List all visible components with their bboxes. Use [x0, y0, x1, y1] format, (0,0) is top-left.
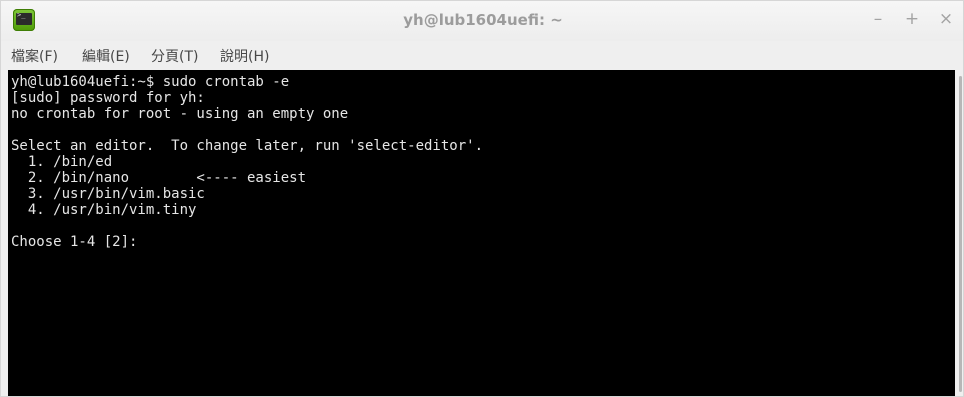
terminal-line: 3. /usr/bin/vim.basic	[11, 186, 205, 202]
menu-help[interactable]: 說明(H)	[220, 46, 269, 66]
terminal-line: 2. /bin/nano <---- easiest	[11, 170, 307, 186]
terminal-output[interactable]: yh@lub1604uefi:~$ sudo crontab -e [sudo]…	[8, 70, 955, 396]
terminal-window: >_ yh@lub1604uefi: ~ – + × 檔案(F) 編輯(E) 分…	[0, 0, 964, 397]
terminal-scrollbar[interactable]	[955, 70, 963, 396]
terminal-line: 1. /bin/ed	[11, 154, 113, 170]
menu-bar: 檔案(F) 編輯(E) 分頁(T) 說明(H)	[1, 41, 963, 69]
menu-edit[interactable]: 編輯(E)	[82, 46, 130, 66]
terminal-prompt-line[interactable]: Choose 1-4 [2]:	[11, 234, 952, 250]
terminal-line: no crontab for root - using an empty one	[11, 106, 349, 122]
terminal-line: [sudo] password for yh:	[11, 90, 205, 106]
menu-tabs[interactable]: 分頁(T)	[151, 46, 198, 66]
close-button[interactable]: ×	[937, 10, 955, 28]
menu-file[interactable]: 檔案(F)	[11, 46, 58, 66]
minimize-button[interactable]: –	[869, 10, 887, 28]
maximize-button[interactable]: +	[903, 10, 921, 28]
title-bar[interactable]: >_ yh@lub1604uefi: ~ – + ×	[1, 1, 963, 41]
terminal-line: Select an editor. To change later, run '…	[11, 138, 484, 154]
terminal-line: yh@lub1604uefi:~$ sudo crontab -e	[11, 74, 290, 90]
terminal-line: 4. /usr/bin/vim.tiny	[11, 202, 197, 218]
scrollbar-thumb[interactable]	[959, 76, 962, 392]
window-title: yh@lub1604uefi: ~	[403, 11, 563, 29]
